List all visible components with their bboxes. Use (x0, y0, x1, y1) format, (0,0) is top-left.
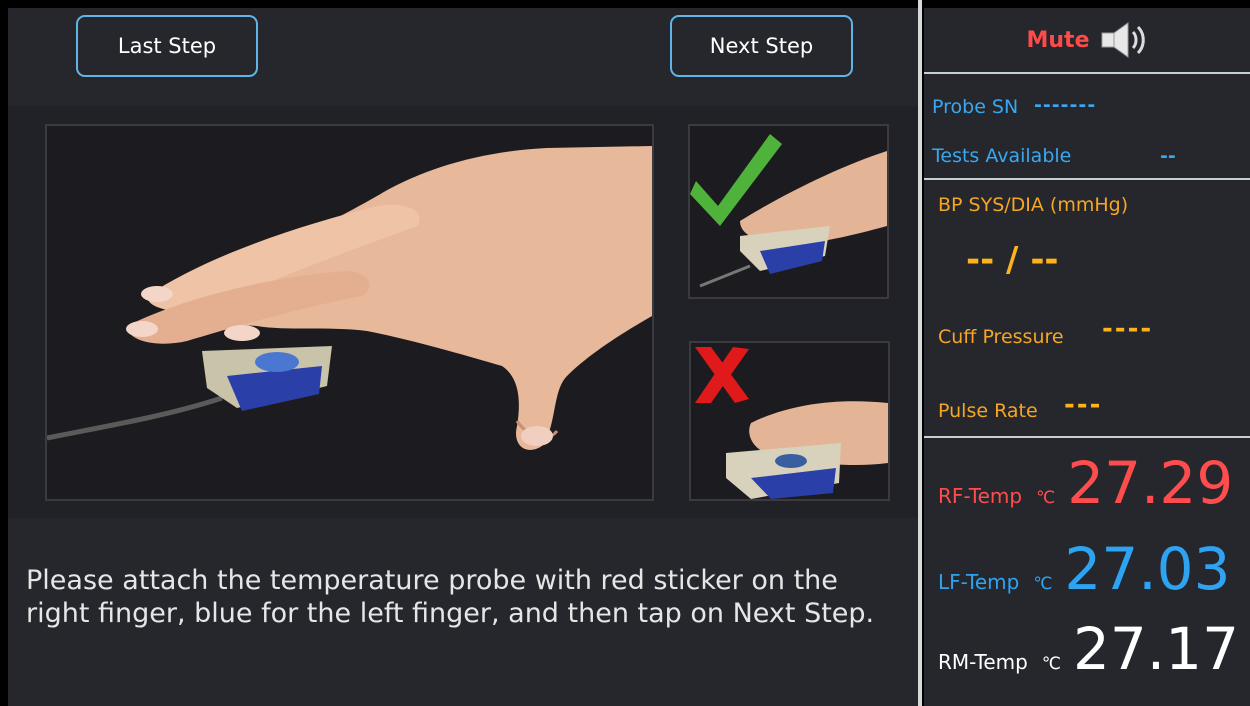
rm-temp-unit: ℃ (1041, 654, 1061, 674)
lf-temp-label: LF-Temp (938, 570, 1020, 594)
separator (924, 178, 1250, 180)
mute-toggle[interactable]: Mute (924, 8, 1250, 72)
rm-temp-row: RM-Temp ℃ 27.17 (938, 620, 1239, 678)
pulse-rate-label: Pulse Rate (938, 400, 1038, 422)
correct-example-image (688, 124, 889, 299)
tests-available-label: Tests Available (932, 145, 1072, 167)
speaker-icon (1101, 22, 1145, 58)
rf-temp-row: RF-Temp ℃ 27.29 (938, 454, 1233, 512)
status-panel: Mute Probe SN ------- Tests Available --… (924, 8, 1250, 706)
lf-temp-unit: ℃ (1033, 574, 1053, 594)
rm-temp-label: RM-Temp (938, 650, 1028, 674)
app-window: Last Step Next Step Please attach the te… (0, 0, 1250, 706)
panel-divider (918, 0, 922, 706)
tests-available-value: -- (1160, 145, 1176, 167)
separator (924, 72, 1250, 74)
probe-sn-value: ------- (1034, 94, 1097, 116)
rf-temp-value: 27.29 (1067, 449, 1234, 517)
hand-probe-illustration (45, 124, 654, 501)
main-panel: Last Step Next Step Please attach the te… (8, 8, 918, 706)
cross-icon (695, 347, 749, 403)
separator (924, 436, 1250, 438)
cuff-pressure-label: Cuff Pressure (938, 326, 1064, 348)
probe-sn-label: Probe SN (932, 96, 1019, 118)
cuff-pressure-value: ---- (1102, 314, 1154, 344)
bp-value: -- / -- (966, 240, 1059, 280)
rf-temp-unit: ℃ (1036, 488, 1056, 508)
bp-label: BP SYS/DIA (mmHg) (938, 194, 1129, 216)
incorrect-example-image (689, 341, 890, 501)
pulse-rate-value: --- (1064, 390, 1103, 420)
next-step-button[interactable]: Next Step (670, 15, 853, 77)
instruction-text: Please attach the temperature probe with… (26, 565, 875, 629)
rf-temp-label: RF-Temp (938, 484, 1023, 508)
rm-temp-value: 27.17 (1072, 615, 1239, 683)
instruction-images (8, 106, 918, 518)
mute-label: Mute (1026, 27, 1090, 53)
last-step-button[interactable]: Last Step (76, 15, 258, 77)
lf-temp-row: LF-Temp ℃ 27.03 (938, 540, 1230, 598)
lf-temp-value: 27.03 (1064, 535, 1231, 603)
